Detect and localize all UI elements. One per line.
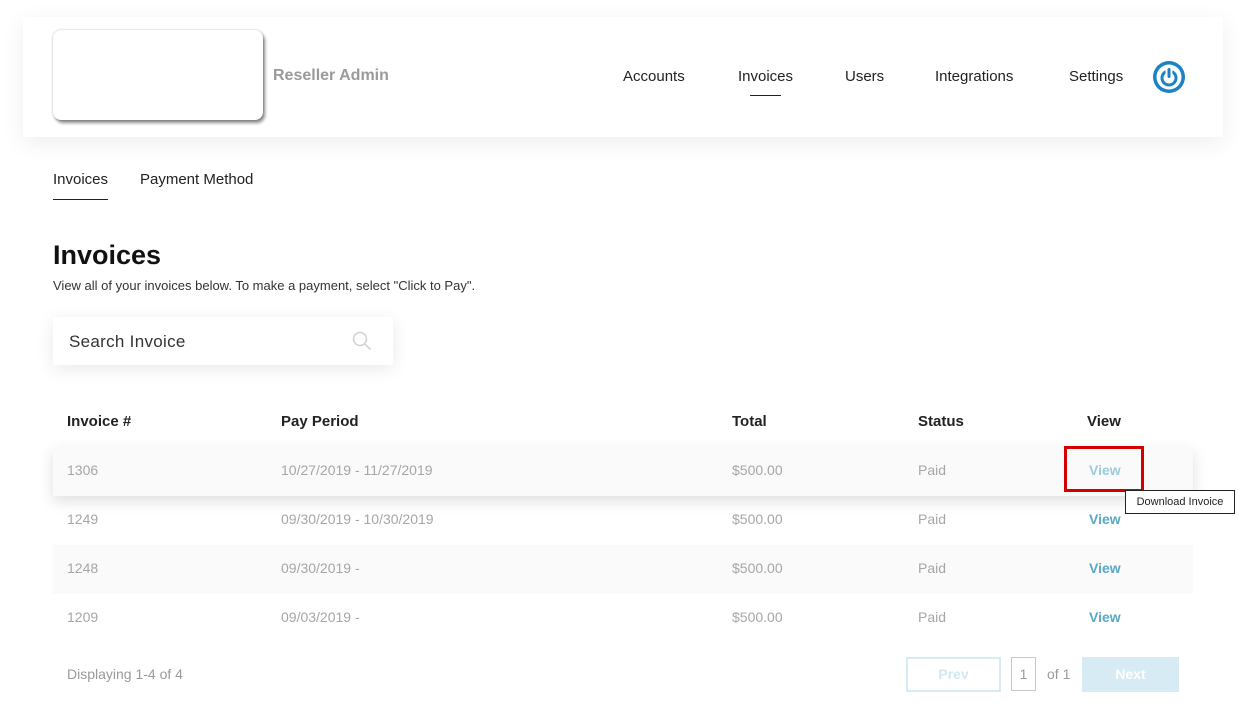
view-invoice-link[interactable]: View [1089,609,1121,625]
power-icon[interactable] [1153,61,1185,93]
table-row: 1249 09/30/2019 - 10/30/2019 $500.00 Pai… [53,496,1193,545]
invoice-status: Paid [918,511,947,527]
table-row: 1306 10/27/2019 - 11/27/2019 $500.00 Pai… [53,447,1193,496]
invoice-total: $500.00 [732,511,783,527]
column-header-invoice: Invoice # [67,413,132,430]
invoice-number: 1249 [67,511,99,527]
nav-accounts[interactable]: Accounts [623,68,685,85]
column-header-view: View [1087,413,1121,430]
company-logo[interactable] [53,30,263,120]
invoice-status: Paid [918,462,947,478]
invoice-status: Paid [918,609,947,625]
page-number-input[interactable]: 1 [1011,657,1036,691]
view-invoice-link[interactable]: View [1089,462,1121,478]
view-invoice-link[interactable]: View [1089,511,1121,527]
invoice-number: 1248 [67,560,99,576]
nav-settings[interactable]: Settings [1069,68,1123,85]
invoice-total: $500.00 [732,609,783,625]
download-invoice-tooltip: Download Invoice [1125,490,1235,514]
invoice-number: 1306 [67,462,99,478]
pay-period: 09/03/2019 - [281,609,360,625]
page-subtitle: View all of your invoices below. To make… [53,278,476,293]
prev-button[interactable]: Prev [906,657,1001,692]
nav-integrations[interactable]: Integrations [935,68,1013,85]
nav-invoices[interactable]: Invoices [738,68,793,96]
subtab-invoices[interactable]: Invoices [53,171,109,200]
search-icon[interactable] [352,331,372,351]
search-box [53,317,393,365]
table-row: 1248 09/30/2019 - $500.00 Paid View [53,545,1193,594]
column-header-total: Total [732,413,767,430]
invoice-status: Paid [918,560,947,576]
invoice-total: $500.00 [732,560,783,576]
pay-period: 09/30/2019 - 10/30/2019 [281,511,434,527]
next-button[interactable]: Next [1082,657,1179,692]
nav-users[interactable]: Users [845,68,884,85]
search-input[interactable] [67,329,341,355]
pay-period: 10/27/2019 - 11/27/2019 [281,462,433,478]
subtab-payment-method[interactable]: Payment Method [140,171,253,188]
brand-name: Reseller Admin [273,67,389,84]
column-header-pay-period: Pay Period [281,413,359,430]
displaying-count: Displaying 1-4 of 4 [67,666,183,682]
view-invoice-link[interactable]: View [1089,560,1121,576]
top-header: Reseller Admin Accounts Invoices Users I… [23,17,1223,137]
table-row: 1209 09/03/2019 - $500.00 Paid View [53,594,1193,643]
page-title: Invoices [53,240,162,270]
page-total: of 1 [1047,666,1071,682]
invoice-number: 1209 [67,609,99,625]
column-header-status: Status [918,413,964,430]
pay-period: 09/30/2019 - [281,560,360,576]
invoice-total: $500.00 [732,462,783,478]
